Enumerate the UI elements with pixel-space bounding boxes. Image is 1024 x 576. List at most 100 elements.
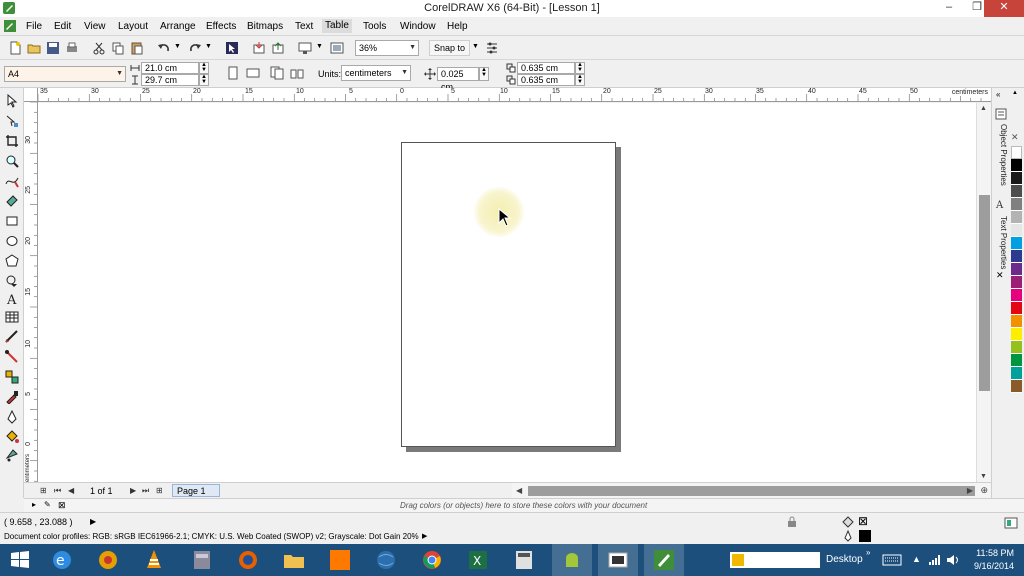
no-fill-swatch-icon[interactable]: ⊠ xyxy=(858,514,868,528)
menu-help[interactable]: Help xyxy=(447,21,468,32)
color-swatch[interactable] xyxy=(1011,341,1022,354)
publish-dropdown-icon[interactable]: ▼ xyxy=(316,43,330,57)
menu-bitmaps[interactable]: Bitmaps xyxy=(247,21,283,32)
no-color-swatch-icon[interactable]: ✕ xyxy=(1011,132,1019,143)
print-icon[interactable] xyxy=(65,41,79,55)
docker-collapse-icon[interactable]: « xyxy=(996,90,1000,99)
video-app-icon[interactable] xyxy=(606,548,630,572)
vertical-scrollbar[interactable]: ▲ ▼ xyxy=(976,103,991,482)
current-page-icon[interactable] xyxy=(290,66,304,80)
text-properties-tab[interactable]: Text Properties xyxy=(994,216,1008,269)
duplicate-y-field[interactable]: 0.635 cm xyxy=(517,74,575,86)
orange-app-icon[interactable] xyxy=(328,548,352,572)
landscape-icon[interactable] xyxy=(246,66,260,80)
scroll-down-icon[interactable]: ▼ xyxy=(980,473,987,480)
chrome-icon[interactable] xyxy=(420,548,444,572)
color-swatch[interactable] xyxy=(1011,367,1022,380)
page-height-field[interactable]: 29.7 cm xyxy=(141,74,199,86)
redo-icon[interactable] xyxy=(188,41,202,55)
fill-tool-icon[interactable] xyxy=(5,430,19,444)
color-swatch[interactable] xyxy=(1011,289,1022,302)
page-height-spinner[interactable]: ▲ ▼ xyxy=(199,74,209,86)
status-options-icon[interactable] xyxy=(1004,517,1018,529)
color-swatch[interactable] xyxy=(1011,380,1022,393)
horizontal-scrollbar[interactable]: ◀ ▶ ⊕ xyxy=(512,482,991,498)
full-screen-preview-icon[interactable] xyxy=(330,41,344,55)
document-palette[interactable]: ▸ ✎ ⊠ Drag colors (or objects) here to s… xyxy=(24,498,1024,512)
color-swatch[interactable] xyxy=(1011,224,1022,237)
status-expand-icon[interactable]: ▶ xyxy=(90,517,96,526)
lock-status-icon[interactable] xyxy=(786,516,798,528)
color-swatch[interactable] xyxy=(1011,211,1022,224)
picasa-icon[interactable] xyxy=(96,548,120,572)
add-page-icon[interactable]: ⊞ xyxy=(40,486,47,495)
color-swatch[interactable] xyxy=(1011,237,1022,250)
interactive-fill-icon[interactable] xyxy=(5,448,19,462)
export-icon[interactable] xyxy=(271,41,285,55)
shape-tool-icon[interactable] xyxy=(5,114,19,128)
new-document-icon[interactable] xyxy=(8,41,22,55)
color-swatch[interactable] xyxy=(1011,315,1022,328)
eyedropper-icon[interactable]: ✎ xyxy=(44,500,51,509)
outline-color-swatch[interactable] xyxy=(859,530,871,542)
options-icon[interactable] xyxy=(485,41,499,55)
menu-effects[interactable]: Effects xyxy=(206,21,236,32)
profile-expand-icon[interactable]: ▶ xyxy=(422,532,427,540)
firefox-icon[interactable] xyxy=(236,548,260,572)
open-folder-icon[interactable] xyxy=(27,41,41,55)
menu-tools[interactable]: Tools xyxy=(363,21,386,32)
ellipse-tool-icon[interactable] xyxy=(5,234,19,248)
color-eyedropper-icon[interactable] xyxy=(5,390,19,404)
excel-icon[interactable]: X xyxy=(466,548,490,572)
volume-icon[interactable] xyxy=(946,554,960,566)
close-button[interactable]: ✕ xyxy=(984,0,1024,17)
clock-time[interactable]: 11:58 PM xyxy=(970,548,1014,558)
toolbar-expand-icon[interactable]: » xyxy=(866,548,870,557)
menu-table[interactable]: Table xyxy=(322,19,352,33)
docker-close-icon[interactable]: ✕ xyxy=(996,270,1004,281)
freehand-tool-icon[interactable] xyxy=(5,174,19,188)
color-swatch[interactable] xyxy=(1011,159,1022,172)
duplicate-y-spinner[interactable]: ▲ ▼ xyxy=(575,74,585,86)
menu-file[interactable]: File xyxy=(26,21,42,32)
zoom-tool-icon[interactable] xyxy=(5,154,19,168)
color-swatch[interactable] xyxy=(1011,198,1022,211)
portrait-icon[interactable] xyxy=(226,66,240,80)
color-profile-status[interactable]: Document color profiles: RGB: sRGB IEC61… xyxy=(4,532,419,541)
minimize-button[interactable]: – xyxy=(938,0,960,17)
first-page-icon[interactable]: ⏮ xyxy=(54,486,61,496)
color-swatch[interactable] xyxy=(1011,263,1022,276)
color-swatch[interactable] xyxy=(1011,354,1022,367)
redo-dropdown-icon[interactable]: ▼ xyxy=(205,43,219,57)
address-search-box[interactable] xyxy=(730,552,820,568)
copy-icon[interactable] xyxy=(111,41,125,55)
menu-text[interactable]: Text xyxy=(295,21,313,32)
menu-edit[interactable]: Edit xyxy=(54,21,71,32)
nudge-spinner[interactable]: ▲ ▼ xyxy=(479,67,489,81)
menu-layout[interactable]: Layout xyxy=(118,21,148,32)
outline-status-icon[interactable] xyxy=(842,530,854,542)
page-width-field[interactable]: 21.0 cm xyxy=(141,62,199,74)
internet-explorer-icon[interactable]: e xyxy=(50,548,74,572)
paste-icon[interactable] xyxy=(130,41,144,55)
winrar-icon[interactable] xyxy=(190,548,214,572)
import-icon[interactable] xyxy=(252,41,266,55)
crop-tool-icon[interactable] xyxy=(5,134,19,148)
color-swatch[interactable] xyxy=(1011,328,1022,341)
snap-to-button[interactable]: Snap to xyxy=(429,40,471,56)
undo-icon[interactable] xyxy=(157,41,171,55)
scroll-up-icon[interactable]: ▲ xyxy=(980,105,987,112)
vertical-ruler[interactable]: 30 25 20 15 10 5 0 centimeters xyxy=(24,102,38,482)
basic-shapes-tool-icon[interactable] xyxy=(5,274,19,288)
fill-status-icon[interactable] xyxy=(841,515,855,529)
add-page-after-icon[interactable]: ⊞ xyxy=(156,486,163,495)
clock-date[interactable]: 9/16/2014 xyxy=(970,561,1014,571)
smart-fill-tool-icon[interactable] xyxy=(5,194,19,208)
publish-pdf-icon[interactable] xyxy=(298,41,312,55)
polygon-tool-icon[interactable] xyxy=(5,254,19,268)
blend-tool-icon[interactable] xyxy=(5,370,19,384)
connector-tool-icon[interactable] xyxy=(5,350,19,364)
pick-tool-icon[interactable] xyxy=(5,94,19,108)
page-tab[interactable]: Page 1 xyxy=(172,484,220,497)
outline-pen-icon[interactable] xyxy=(5,410,19,424)
